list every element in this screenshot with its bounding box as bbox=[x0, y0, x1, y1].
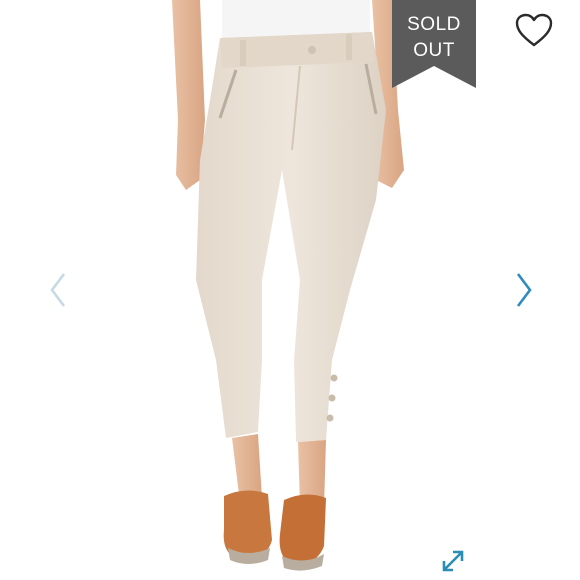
previous-image-button[interactable] bbox=[46, 270, 70, 310]
chevron-right-icon bbox=[516, 273, 532, 307]
product-photo bbox=[172, 0, 404, 571]
next-image-button[interactable] bbox=[512, 270, 536, 310]
expand-icon bbox=[442, 550, 464, 572]
product-image-viewer: SOLD OUT bbox=[0, 0, 580, 580]
heart-icon bbox=[515, 13, 553, 47]
like-button[interactable] bbox=[514, 12, 554, 48]
sold-out-line-1: SOLD bbox=[407, 14, 461, 35]
sold-out-label: SOLD OUT bbox=[392, 12, 476, 64]
fullscreen-button[interactable] bbox=[440, 548, 466, 574]
sold-out-line-2: OUT bbox=[413, 40, 455, 61]
chevron-left-icon bbox=[50, 273, 66, 307]
sold-out-banner: SOLD OUT bbox=[392, 0, 476, 88]
